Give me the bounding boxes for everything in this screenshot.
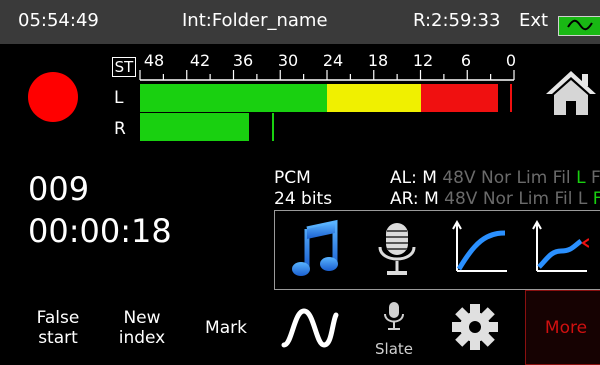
compression-curve-icon[interactable] bbox=[449, 219, 509, 279]
new-index-label-line1: New bbox=[123, 308, 161, 328]
take-number: 009 bbox=[28, 170, 90, 208]
false-start-label-line1: False bbox=[36, 308, 80, 328]
meter-segment-green bbox=[140, 113, 250, 141]
meter-peak-marker bbox=[272, 113, 275, 141]
input-status-right: AR: M 48V Nor Lim Fil L F bbox=[390, 189, 600, 209]
channel-label-right: R bbox=[114, 119, 126, 139]
meter-ticks bbox=[139, 70, 515, 81]
more-button[interactable]: More bbox=[525, 290, 600, 365]
gear-icon[interactable] bbox=[450, 302, 500, 352]
slate-button[interactable]: Slate bbox=[368, 300, 420, 360]
new-index-label-line2: index bbox=[118, 328, 166, 348]
slate-label: Slate bbox=[375, 340, 413, 358]
elapsed-time: 00:00:18 bbox=[28, 212, 172, 250]
music-note-icon[interactable] bbox=[287, 219, 347, 279]
false-start-button[interactable]: False start bbox=[22, 308, 94, 348]
meter-peak-marker bbox=[510, 84, 513, 112]
home-icon[interactable] bbox=[545, 68, 597, 118]
microphone-icon[interactable] bbox=[367, 219, 427, 279]
meter-segment-yellow bbox=[327, 84, 421, 112]
meter-segment-red bbox=[420, 84, 499, 112]
sine-wave-icon[interactable] bbox=[280, 303, 340, 353]
channel-label-left: L bbox=[114, 88, 124, 108]
more-label: More bbox=[544, 318, 588, 338]
new-index-button[interactable]: New index bbox=[106, 308, 178, 348]
meter-segment-green bbox=[140, 84, 327, 112]
bit-depth: 24 bits bbox=[274, 189, 333, 209]
input-status-left: AL: M 48V Nor Lim Fil L F bbox=[390, 168, 600, 188]
icon-strip bbox=[274, 210, 600, 290]
slate-microphone-icon bbox=[384, 302, 404, 330]
mark-button[interactable]: Mark bbox=[190, 318, 262, 338]
false-start-label-line2: start bbox=[38, 328, 78, 348]
limiter-curve-icon[interactable] bbox=[529, 219, 589, 279]
format-label: PCM bbox=[274, 168, 311, 188]
